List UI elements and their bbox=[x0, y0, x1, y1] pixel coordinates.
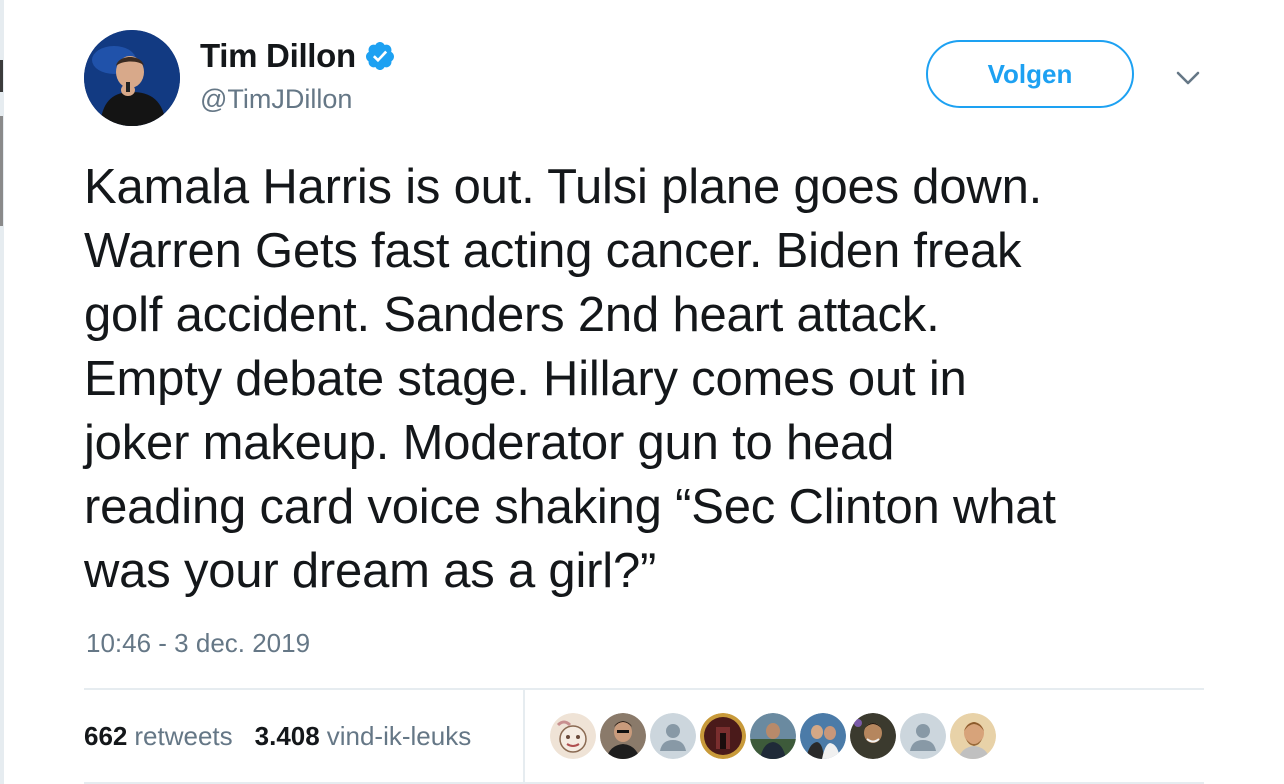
divider bbox=[84, 688, 1204, 690]
user-avatar-icon bbox=[84, 30, 180, 126]
liker-avatar[interactable] bbox=[548, 711, 598, 761]
liker-avatar[interactable] bbox=[898, 711, 948, 761]
photo-avatar-icon bbox=[950, 713, 996, 759]
photo-avatar-icon bbox=[850, 713, 896, 759]
liker-avatar[interactable] bbox=[698, 711, 748, 761]
photo-avatar-icon bbox=[700, 713, 746, 759]
follow-button[interactable]: Volgen bbox=[926, 40, 1134, 108]
liker-avatar[interactable] bbox=[798, 711, 848, 761]
profile-avatar[interactable] bbox=[84, 30, 180, 126]
retweets-stat[interactable]: 662 retweets bbox=[84, 721, 233, 752]
tweet-card: Tim Dillon @TimJDillon Volgen Kamala Har… bbox=[0, 0, 1284, 784]
liker-avatar[interactable] bbox=[598, 711, 648, 761]
edge-mark bbox=[0, 116, 3, 226]
like-count: 3.408 bbox=[254, 720, 320, 751]
photo-avatar-icon bbox=[600, 713, 646, 759]
likes-stat[interactable]: 3.408 vind-ik-leuks bbox=[255, 721, 472, 752]
verified-badge-icon bbox=[364, 40, 396, 72]
photo-avatar-icon bbox=[750, 713, 796, 759]
chevron-down-icon[interactable] bbox=[1174, 64, 1202, 92]
like-label: vind-ik-leuks bbox=[326, 720, 472, 751]
edge-mark bbox=[0, 60, 3, 92]
liker-avatar[interactable] bbox=[948, 711, 998, 761]
window-edge bbox=[0, 0, 4, 784]
default-avatar-icon bbox=[650, 713, 696, 759]
cartoon-avatar-icon bbox=[550, 713, 596, 759]
tweet-stats: 662 retweets 3.408 vind-ik-leuks bbox=[84, 716, 493, 756]
retweet-label: retweets bbox=[134, 720, 233, 751]
liker-avatars bbox=[548, 711, 998, 761]
photo-avatar-icon bbox=[800, 713, 846, 759]
retweet-count: 662 bbox=[84, 720, 128, 751]
liker-avatar[interactable] bbox=[848, 711, 898, 761]
user-handle[interactable]: @TimJDillon bbox=[200, 84, 352, 115]
liker-avatar[interactable] bbox=[748, 711, 798, 761]
name-row: Tim Dillon bbox=[200, 36, 396, 76]
default-avatar-icon bbox=[900, 713, 946, 759]
display-name[interactable]: Tim Dillon bbox=[200, 37, 356, 75]
stats-separator bbox=[523, 690, 525, 784]
tweet-text: Kamala Harris is out. Tulsi plane goes d… bbox=[84, 160, 1056, 598]
liker-avatar[interactable] bbox=[648, 711, 698, 761]
tweet-timestamp[interactable]: 10:46 - 3 dec. 2019 bbox=[86, 628, 310, 659]
